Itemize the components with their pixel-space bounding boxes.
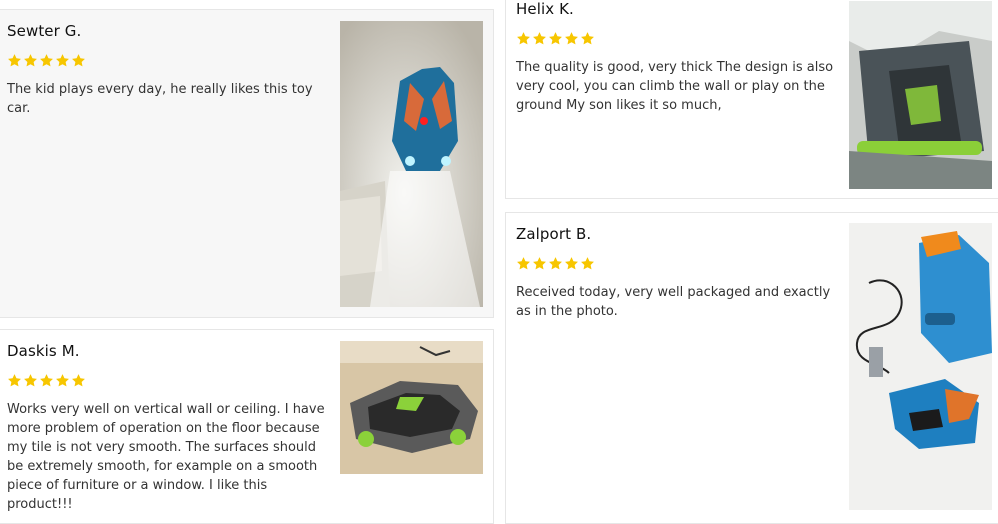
star-rating: [7, 53, 86, 68]
review-text: Received today, very well packaged and e…: [516, 285, 831, 319]
star-rating: [7, 373, 86, 388]
star-icon: [56, 54, 69, 67]
star-icon: [40, 54, 53, 67]
review-photo[interactable]: [849, 223, 992, 510]
review-text: The quality is good, very thick The desi…: [516, 60, 834, 113]
star-icon: [8, 374, 21, 387]
review-text: The kid plays every day, he really likes…: [7, 82, 313, 116]
star-icon: [517, 32, 530, 45]
star-icon: [72, 54, 85, 67]
star-icon: [549, 257, 562, 270]
star-icon: [40, 374, 53, 387]
review-photo[interactable]: [340, 21, 483, 307]
reviewer-name: Helix K.: [516, 0, 574, 18]
review-card: Daskis M. Works very well on vertical wa…: [0, 329, 494, 524]
star-icon: [533, 257, 546, 270]
star-rating: [516, 256, 595, 271]
reviewer-name: Zalport B.: [516, 225, 592, 243]
review-photo[interactable]: [849, 1, 992, 189]
star-rating: [516, 31, 595, 46]
reviewer-name: Daskis M.: [7, 342, 80, 360]
review-text: Works very well on vertical wall or ceil…: [7, 402, 325, 512]
star-icon: [533, 32, 546, 45]
star-icon: [72, 374, 85, 387]
star-icon: [24, 54, 37, 67]
review-card: Sewter G. The kid plays every day, he re…: [0, 9, 494, 318]
review-photo[interactable]: [340, 341, 483, 474]
star-icon: [565, 32, 578, 45]
reviewer-name: Sewter G.: [7, 22, 82, 40]
star-icon: [8, 54, 21, 67]
star-icon: [581, 32, 594, 45]
review-card: Zalport B. Received today, very well pac…: [505, 212, 998, 524]
star-icon: [549, 32, 562, 45]
star-icon: [565, 257, 578, 270]
review-card: Helix K. The quality is good, very thick…: [505, 0, 998, 199]
star-icon: [24, 374, 37, 387]
star-icon: [517, 257, 530, 270]
star-icon: [56, 374, 69, 387]
star-icon: [581, 257, 594, 270]
